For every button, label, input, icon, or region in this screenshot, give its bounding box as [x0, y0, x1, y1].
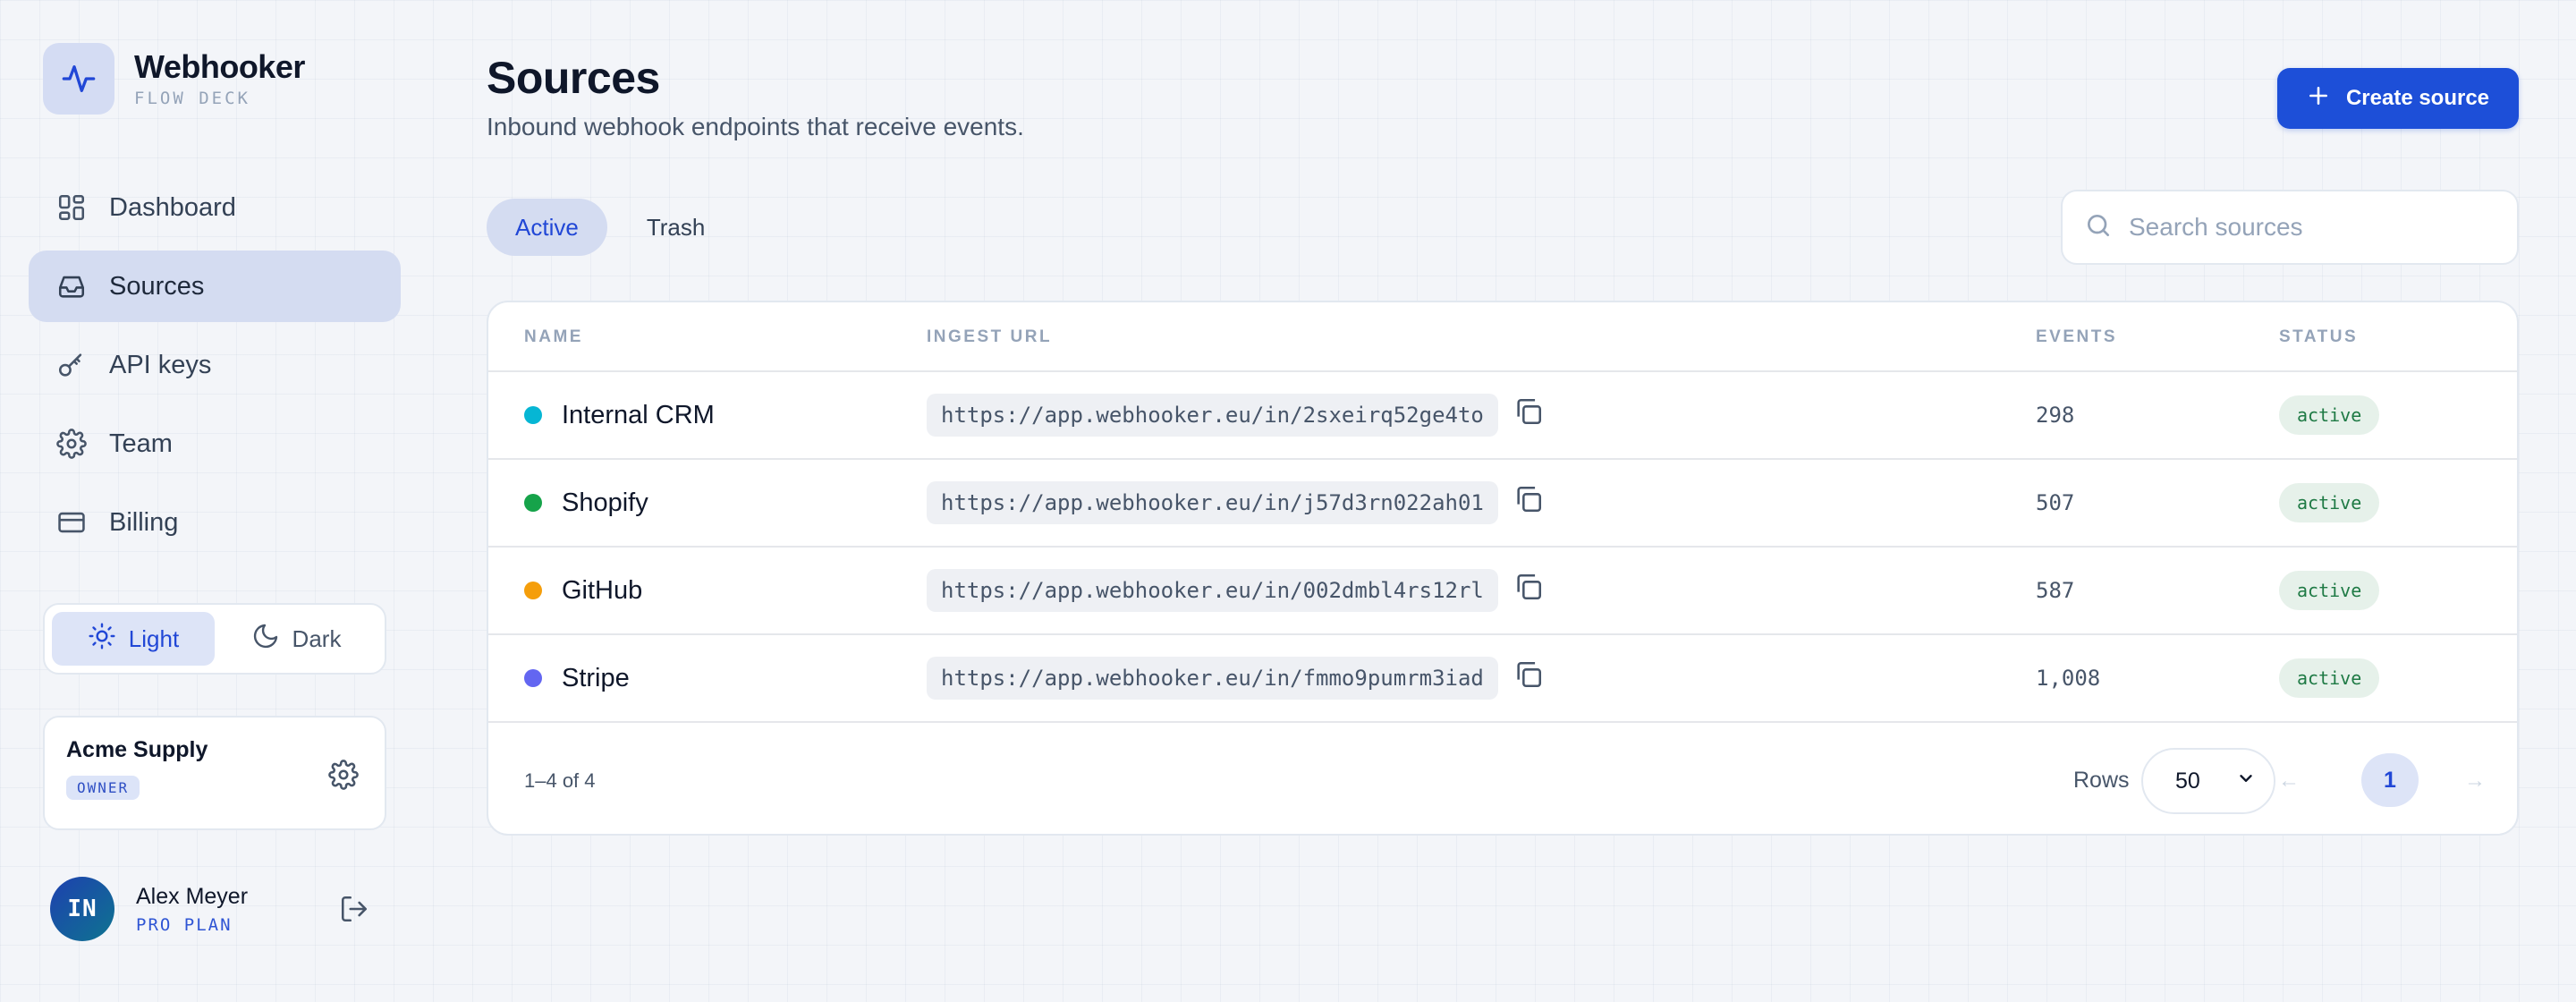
page-title: Sources: [487, 53, 660, 103]
sidebar-item-label: Team: [109, 429, 173, 458]
credit-card-icon: [55, 506, 88, 539]
ingest-url: https://app.webhooker.eu/in/002dmbl4rs12…: [927, 569, 1498, 612]
rows-per-page-select[interactable]: 50: [2141, 748, 2275, 814]
activity-pulse-icon: [43, 43, 114, 115]
column-header-ingest-url[interactable]: INGEST URL: [927, 327, 1052, 347]
theme-toggle: Light Dark: [43, 603, 386, 675]
brand-name: Webhooker: [134, 48, 305, 85]
org-card[interactable]: Acme Supply OWNER: [43, 716, 386, 830]
ingest-url: https://app.webhooker.eu/in/j57d3rn022ah…: [927, 481, 1498, 524]
create-source-button[interactable]: Create source: [2277, 68, 2519, 129]
dashboard-grid-icon: [55, 191, 88, 224]
org-settings-gear-icon[interactable]: [326, 757, 361, 793]
table-row[interactable]: Shopify https://app.webhooker.eu/in/j57d…: [488, 460, 2517, 548]
theme-dark-label: Dark: [292, 624, 342, 652]
key-icon: [55, 349, 88, 381]
search-box: [2061, 190, 2519, 265]
ingest-url: https://app.webhooker.eu/in/fmmo9pumrm3i…: [927, 657, 1498, 700]
status-badge: active: [2279, 395, 2380, 435]
source-color-dot: [524, 669, 542, 687]
org-name: Acme Supply: [66, 737, 208, 762]
table-row[interactable]: Stripe https://app.webhooker.eu/in/fmmo9…: [488, 635, 2517, 723]
status-badge: active: [2279, 658, 2380, 698]
plus-icon: [2307, 84, 2346, 114]
table-header: NAME INGEST URL EVENTS STATUS: [488, 302, 2517, 372]
logout-icon[interactable]: [336, 891, 372, 927]
source-tabs: Active Trash: [487, 199, 744, 256]
sidebar: Webhooker FLOW DECK Dashboard Sources AP…: [0, 0, 429, 1002]
sidebar-item-label: Billing: [109, 507, 179, 537]
source-name[interactable]: Shopify: [562, 488, 648, 518]
source-name[interactable]: Internal CRM: [562, 401, 715, 430]
column-header-status[interactable]: STATUS: [2279, 327, 2358, 347]
theme-light-label: Light: [128, 624, 180, 652]
status-badge: active: [2279, 483, 2380, 522]
sidebar-item-sources[interactable]: Sources: [29, 250, 401, 322]
copy-icon[interactable]: [1511, 394, 1546, 429]
gear-icon: [55, 428, 88, 460]
role-badge: OWNER: [66, 776, 140, 800]
moon-icon: [251, 622, 292, 657]
copy-icon[interactable]: [1511, 657, 1546, 692]
sidebar-item-label: Dashboard: [109, 192, 236, 222]
sidebar-item-team[interactable]: Team: [29, 408, 401, 480]
brand[interactable]: Webhooker FLOW DECK: [43, 43, 305, 115]
next-page-button[interactable]: →: [2453, 759, 2497, 803]
table-footer: 1–4 of 4 Rows 50 ← 1 →: [488, 723, 2517, 834]
page-1-button[interactable]: 1: [2361, 753, 2419, 807]
user-name: Alex Meyer: [136, 883, 249, 909]
theme-light-button[interactable]: Light: [52, 612, 215, 666]
inbox-icon: [55, 270, 88, 302]
column-header-events[interactable]: EVENTS: [2036, 327, 2117, 347]
chevron-down-icon: [2236, 768, 2256, 794]
rows-per-page-value: 50: [2175, 768, 2200, 794]
sidebar-item-label: API keys: [109, 350, 212, 379]
sidebar-item-label: Sources: [109, 271, 205, 301]
ingest-url: https://app.webhooker.eu/in/2sxeirq52ge4…: [927, 394, 1498, 437]
event-count: 298: [2036, 403, 2075, 428]
rows-per-page-label: Rows: [2073, 768, 2130, 793]
event-count: 587: [2036, 578, 2075, 603]
user-profile: IN Alex Meyer PRO PLAN: [50, 873, 379, 945]
user-plan: PRO PLAN: [136, 914, 233, 935]
page-subtitle: Inbound webhook endpoints that receive e…: [487, 113, 1024, 140]
theme-dark-button[interactable]: Dark: [215, 612, 377, 666]
tab-trash[interactable]: Trash: [618, 199, 734, 256]
source-color-dot: [524, 582, 542, 599]
tab-active[interactable]: Active: [487, 199, 607, 256]
copy-icon[interactable]: [1511, 569, 1546, 605]
table-row[interactable]: Internal CRM https://app.webhooker.eu/in…: [488, 372, 2517, 460]
source-color-dot: [524, 494, 542, 512]
event-count: 1,008: [2036, 666, 2101, 691]
table-row[interactable]: GitHub https://app.webhooker.eu/in/002dm…: [488, 548, 2517, 635]
source-color-dot: [524, 406, 542, 424]
previous-page-button[interactable]: ←: [2267, 759, 2311, 803]
sun-icon: [88, 622, 129, 657]
brand-subtitle: FLOW DECK: [134, 89, 250, 108]
column-header-name[interactable]: NAME: [524, 327, 583, 347]
event-count: 507: [2036, 490, 2075, 515]
sidebar-item-dashboard[interactable]: Dashboard: [29, 172, 401, 243]
sidebar-item-api-keys[interactable]: API keys: [29, 329, 401, 401]
sidebar-item-billing[interactable]: Billing: [29, 487, 401, 558]
pagination-range: 1–4 of 4: [524, 769, 596, 792]
sources-table: NAME INGEST URL EVENTS STATUS Internal C…: [487, 301, 2519, 836]
status-badge: active: [2279, 571, 2380, 610]
avatar[interactable]: IN: [50, 877, 114, 941]
create-source-label: Create source: [2345, 86, 2490, 110]
copy-icon[interactable]: [1511, 481, 1546, 517]
source-name[interactable]: Stripe: [562, 664, 630, 693]
search-icon: [2084, 211, 2113, 244]
source-name[interactable]: GitHub: [562, 576, 642, 606]
sidebar-nav: Dashboard Sources API keys Team Billing: [29, 172, 401, 565]
search-input[interactable]: [2129, 213, 2504, 242]
